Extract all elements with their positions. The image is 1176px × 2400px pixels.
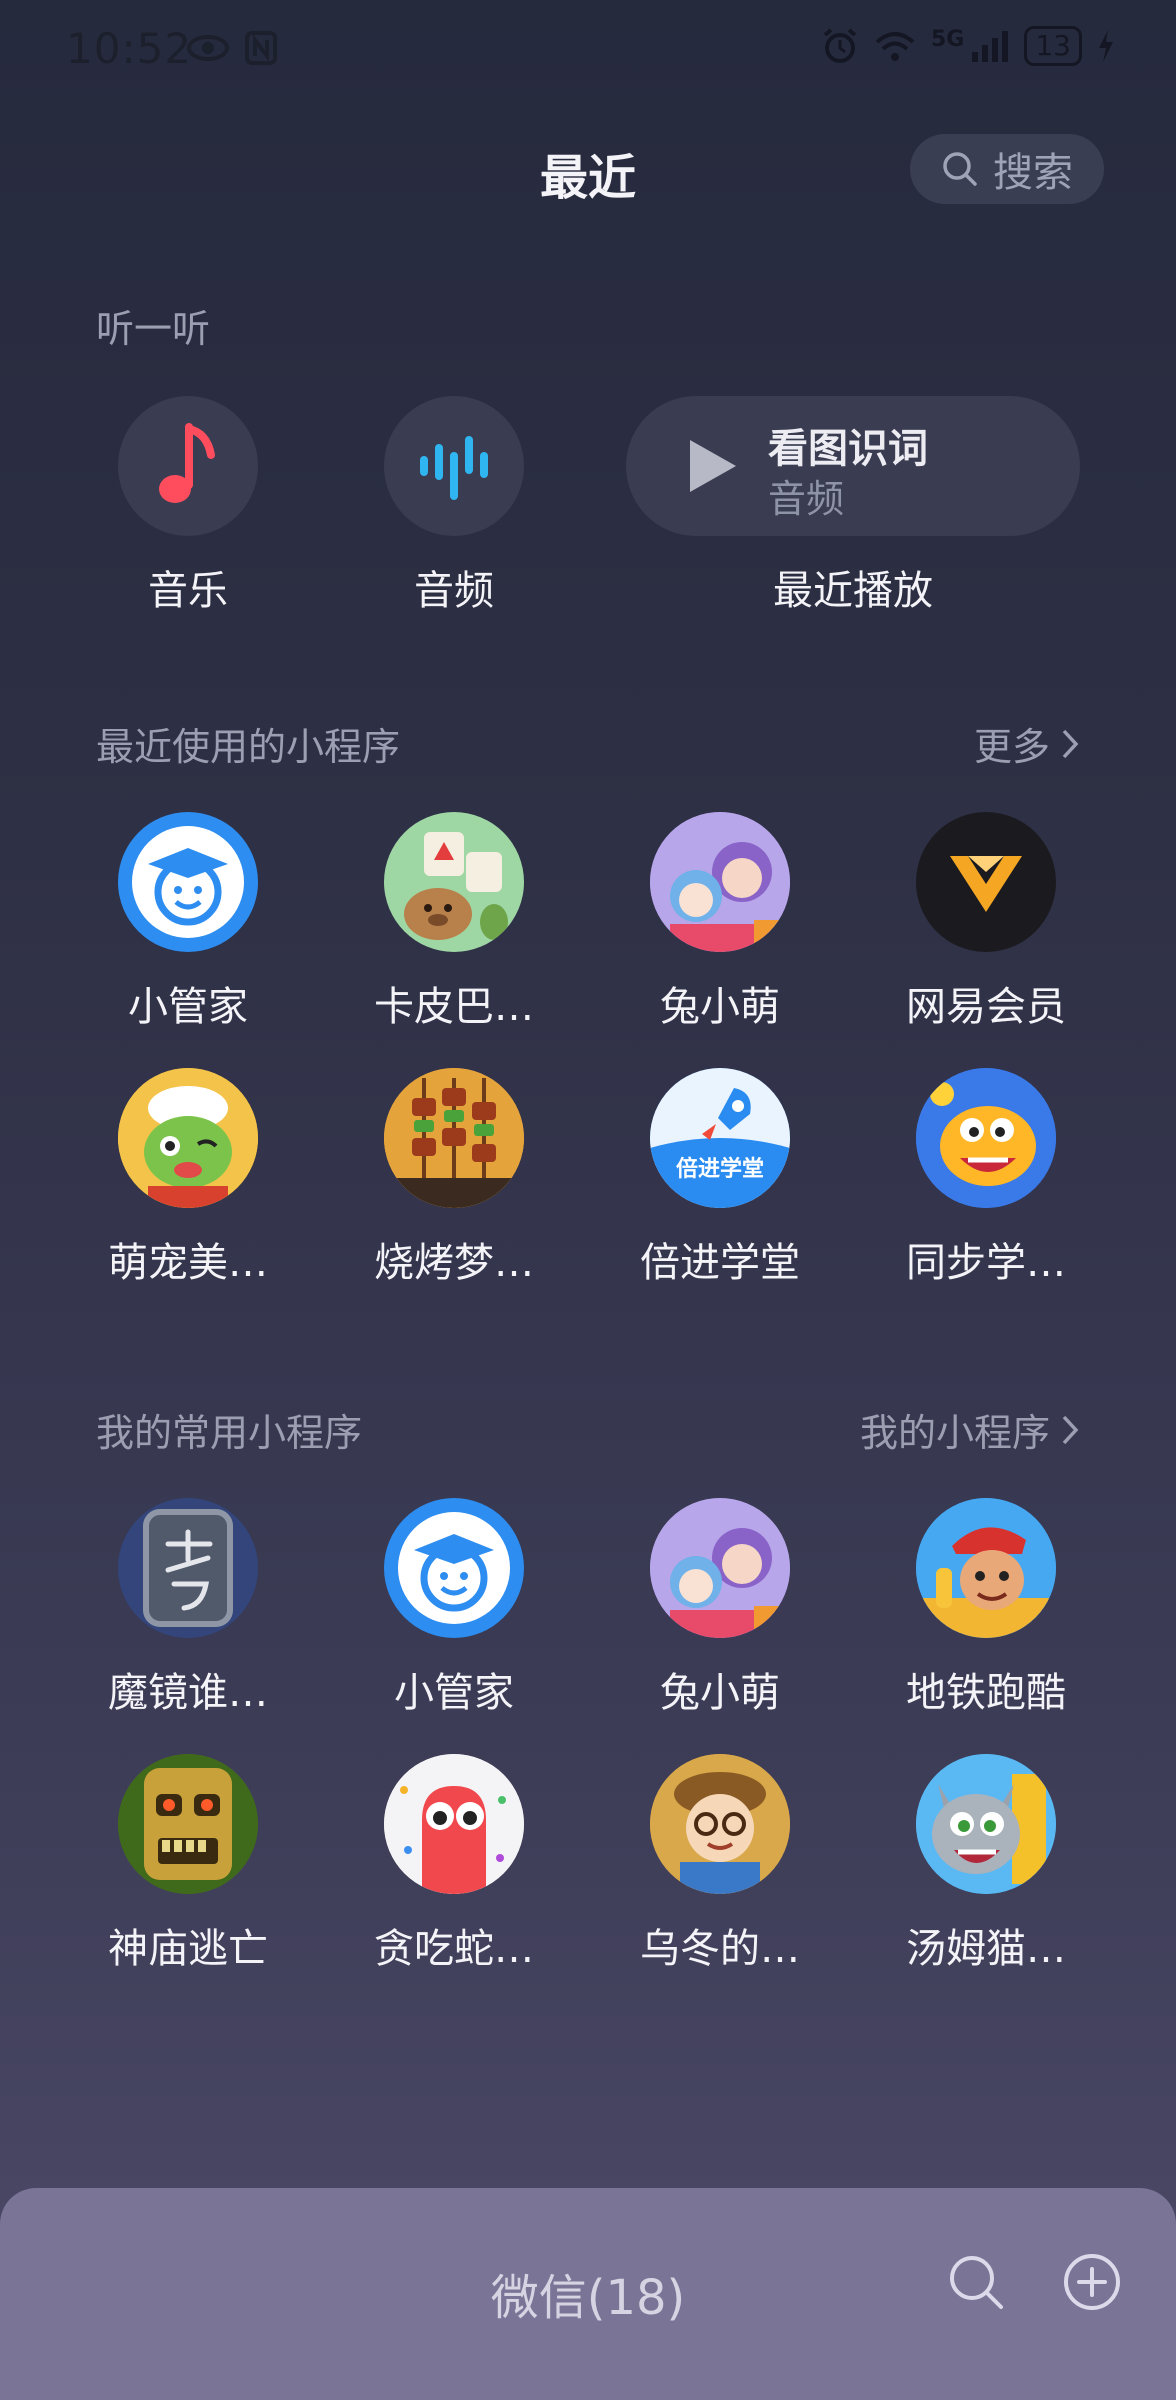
bottom-search-button[interactable]	[946, 2252, 1006, 2316]
more-label: 更多	[973, 725, 1050, 769]
mini-app-shenmiao[interactable]: 神庙逃亡	[88, 1754, 288, 1974]
chevron-right-icon	[1062, 729, 1079, 758]
mengchong-icon	[118, 1068, 258, 1208]
search-label: 搜索	[993, 150, 1073, 196]
audio-button[interactable]: 音频	[384, 396, 524, 616]
music-label: 音乐	[148, 568, 228, 614]
mojing-icon	[118, 1498, 258, 1638]
mini-app-beijin[interactable]: 倍进学堂 倍进学堂	[620, 1068, 820, 1288]
audio-wave-icon	[420, 436, 488, 500]
app-label: 兔小萌	[660, 984, 780, 1030]
app-label: 倍进学堂	[640, 1240, 800, 1286]
mini-app-tuxiaomeng[interactable]: 兔小萌	[620, 812, 820, 1032]
xiaoguanjia-icon	[118, 812, 258, 952]
play-icon	[690, 440, 736, 492]
add-button[interactable]	[1062, 2252, 1122, 2316]
chevron-right-icon	[1062, 1415, 1079, 1444]
listen-section-title: 听一听	[96, 307, 211, 351]
battery-indicator: 13	[1024, 26, 1082, 66]
add-circle-icon	[1064, 2254, 1120, 2310]
search-button[interactable]: 搜索	[910, 134, 1104, 204]
mini-app-xiaoguanjia-2[interactable]: 小管家	[354, 1498, 554, 1718]
netease-vip-icon	[916, 812, 1056, 952]
music-note-icon	[159, 423, 215, 503]
network-type: 5G	[930, 26, 965, 52]
status-time: 10:52	[66, 24, 193, 73]
mini-app-shaokao[interactable]: 烧烤梦…	[354, 1068, 554, 1288]
recent-play-card[interactable]: 看图识词 音频	[626, 396, 1080, 536]
charging-icon	[1099, 30, 1113, 62]
music-button[interactable]: 音乐	[118, 396, 258, 616]
status-right-icons: 5G 13	[821, 26, 1116, 66]
app-label: 汤姆猫…	[906, 1926, 1066, 1972]
app-label: 神庙逃亡	[108, 1926, 268, 1972]
beijin-icon: 倍进学堂	[650, 1068, 790, 1208]
mini-app-xiaoguanjia[interactable]: 小管家	[88, 812, 288, 1032]
tuxiaomeng-icon	[650, 1498, 790, 1638]
mini-app-tongbuxue[interactable]: 同步学…	[886, 1068, 1086, 1288]
app-label: 卡皮巴…	[374, 984, 534, 1030]
app-label: 兔小萌	[660, 1670, 780, 1716]
recent-play-label: 最近播放	[773, 568, 933, 614]
mini-app-mojing[interactable]: 魔镜谁…	[88, 1498, 288, 1718]
search-icon	[943, 152, 977, 186]
svg-text:倍进学堂: 倍进学堂	[676, 1156, 764, 1182]
mini-app-tanchishe[interactable]: 贪吃蛇…	[354, 1754, 554, 1974]
more-link[interactable]: 更多	[974, 716, 1080, 771]
shenmiao-icon	[118, 1754, 258, 1894]
xiaoguanjia-icon	[384, 1498, 524, 1638]
ditiepaoku-icon	[916, 1498, 1056, 1638]
app-label: 同步学…	[906, 1240, 1066, 1286]
mini-app-wudong[interactable]: 乌冬的…	[620, 1754, 820, 1974]
favorite-mini-section-title: 我的常用小程序	[96, 1411, 363, 1455]
recent-play-subtitle: 音频	[768, 477, 845, 521]
nfc-icon	[245, 31, 277, 65]
audio-icon-circle	[384, 396, 524, 536]
mini-app-tuxiaomeng-2[interactable]: 兔小萌	[620, 1498, 820, 1718]
search-icon	[950, 2256, 1003, 2309]
wudong-icon	[650, 1754, 790, 1894]
tongbuxue-icon	[916, 1068, 1056, 1208]
tuxiaomeng-icon	[650, 812, 790, 952]
kapiba-icon	[384, 812, 524, 952]
tangmumao-icon	[916, 1754, 1056, 1894]
app-label: 贪吃蛇…	[374, 1926, 534, 1972]
recent-mini-section-title: 最近使用的小程序	[96, 725, 401, 769]
wifi-icon	[875, 32, 915, 61]
mini-app-tangmumao[interactable]: 汤姆猫…	[886, 1754, 1086, 1974]
app-label: 魔镜谁…	[108, 1670, 268, 1716]
status-left-icons	[186, 30, 278, 66]
app-label: 萌宠美…	[108, 1240, 268, 1286]
alarm-icon	[823, 28, 857, 63]
mini-app-netease-vip[interactable]: 网易会员	[886, 812, 1086, 1032]
eye-icon	[187, 35, 229, 61]
app-label: 小管家	[394, 1670, 514, 1716]
mini-app-mengchong[interactable]: 萌宠美…	[88, 1068, 288, 1288]
signal-icon	[972, 31, 1009, 62]
app-label: 网易会员	[906, 984, 1066, 1030]
shaokao-icon	[384, 1068, 524, 1208]
app-label: 烧烤梦…	[374, 1240, 534, 1286]
app-label: 乌冬的…	[640, 1926, 800, 1972]
app-label: 地铁跑酷	[906, 1670, 1066, 1716]
music-icon-circle	[118, 396, 258, 536]
mini-app-ditiepaoku[interactable]: 地铁跑酷	[886, 1498, 1086, 1718]
app-label: 小管家	[128, 984, 248, 1030]
recent-play-title: 看图识词	[768, 426, 928, 472]
my-mini-programs-link[interactable]: 我的小程序	[860, 1402, 1080, 1457]
my-mini-programs-label: 我的小程序	[859, 1411, 1050, 1455]
tanchishe-icon	[384, 1754, 524, 1894]
audio-label: 音频	[414, 568, 494, 614]
mini-app-kapiba[interactable]: 卡皮巴…	[354, 812, 554, 1032]
